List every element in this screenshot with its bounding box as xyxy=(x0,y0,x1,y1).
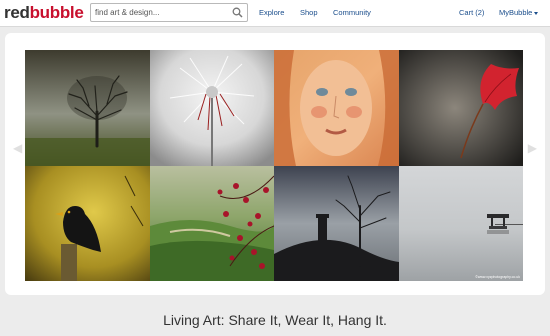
artwork-image xyxy=(25,50,150,166)
next-arrow-icon[interactable]: ▶ xyxy=(528,141,537,155)
artwork-tile-blackbird[interactable] xyxy=(25,166,150,281)
search-input[interactable] xyxy=(95,5,227,20)
tagline: Living Art: Share It, Wear It, Hang It. xyxy=(163,312,387,328)
artwork-image xyxy=(399,166,523,281)
chevron-down-icon xyxy=(534,11,539,15)
nav-mybubble-label: MyBubble xyxy=(499,8,533,17)
artwork-image xyxy=(274,166,399,281)
nav-mybubble[interactable]: MyBubble xyxy=(499,8,539,18)
featured-gallery-panel: ◀ ▶ ©www.xyzphotography.co.uk xyxy=(5,33,545,295)
artwork-tile-tower-hill[interactable] xyxy=(274,166,399,281)
search-box xyxy=(90,3,248,22)
nav-explore[interactable]: Explore xyxy=(259,8,284,18)
artwork-tile-blossom-hills[interactable] xyxy=(150,166,274,281)
top-header: redbubble Explore Shop Community Cart (2… xyxy=(0,0,550,27)
artwork-credit: ©www.xyzphotography.co.uk xyxy=(475,275,520,279)
redbubble-logo[interactable]: redbubble xyxy=(4,3,84,23)
artwork-tile-tree[interactable] xyxy=(25,50,150,166)
nav-shop[interactable]: Shop xyxy=(300,8,318,18)
artwork-tile-portrait[interactable] xyxy=(274,50,399,166)
logo-text-red: red xyxy=(4,3,30,22)
artwork-tile-pier[interactable]: ©www.xyzphotography.co.uk xyxy=(399,166,523,281)
logo-text-bubble: bubble xyxy=(29,3,84,22)
artwork-image xyxy=(25,166,150,281)
nav-cart[interactable]: Cart (2) xyxy=(459,8,484,18)
artwork-tile-red-leaf[interactable] xyxy=(399,50,523,166)
artwork-tile-dandelion[interactable] xyxy=(150,50,274,166)
artwork-image xyxy=(150,166,274,281)
search-button[interactable] xyxy=(229,5,245,20)
artwork-image xyxy=(274,50,399,166)
prev-arrow-icon[interactable]: ◀ xyxy=(13,141,22,155)
nav-community[interactable]: Community xyxy=(333,8,371,18)
artwork-image xyxy=(150,50,274,166)
search-icon xyxy=(232,7,243,18)
artwork-image xyxy=(399,50,523,166)
artwork-grid: ©www.xyzphotography.co.uk xyxy=(25,50,523,281)
